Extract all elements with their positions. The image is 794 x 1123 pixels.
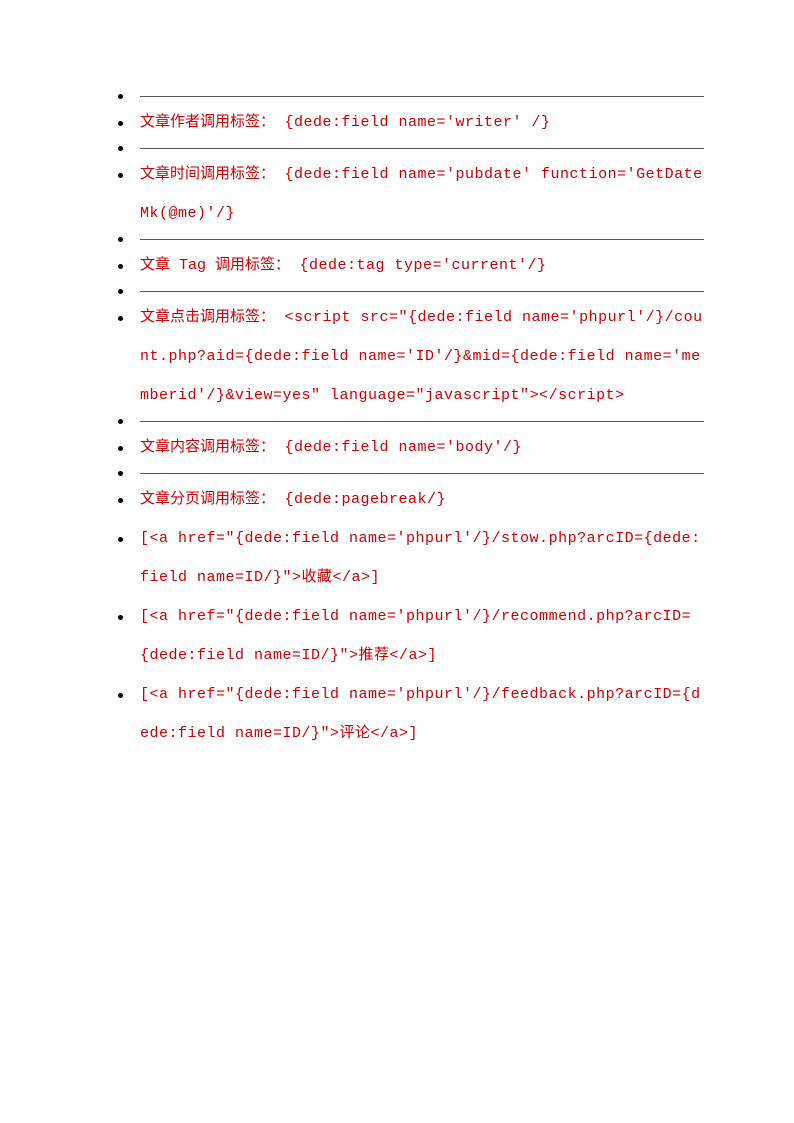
divider <box>140 96 704 97</box>
divider <box>140 473 704 474</box>
list-item: 文章分页调用标签： {dede:pagebreak/} <box>110 480 704 519</box>
document-list: 文章作者调用标签： {dede:field name='writer' /}文章… <box>110 90 704 753</box>
entry-code: [<a href="{dede:field name='phpurl'/}/re… <box>140 608 691 664</box>
entry-label: 文章 Tag 调用标签： <box>140 257 290 274</box>
entry-code: {dede:field name='writer' /} <box>275 114 551 131</box>
list-item: [<a href="{dede:field name='phpurl'/}/fe… <box>110 675 704 753</box>
entry-code: {dede:field name='body'/} <box>275 439 522 456</box>
list-item: 文章 Tag 调用标签： {dede:tag type='current'/} <box>110 246 704 285</box>
list-item <box>110 233 704 246</box>
divider <box>140 148 704 149</box>
entry-label: 文章点击调用标签： <box>140 309 275 326</box>
list-item: 文章作者调用标签： {dede:field name='writer' /} <box>110 103 704 142</box>
entry-code: {dede:tag type='current'/} <box>290 257 547 274</box>
page: 文章作者调用标签： {dede:field name='writer' /}文章… <box>0 0 794 843</box>
entry-label: 文章作者调用标签： <box>140 114 275 131</box>
list-item: [<a href="{dede:field name='phpurl'/}/re… <box>110 597 704 675</box>
divider <box>140 291 704 292</box>
list-item: 文章时间调用标签： {dede:field name='pubdate' fun… <box>110 155 704 233</box>
entry-code: {dede:pagebreak/} <box>275 491 446 508</box>
entry-label: 文章时间调用标签： <box>140 166 275 183</box>
entry-label: 文章内容调用标签： <box>140 439 275 456</box>
list-item: [<a href="{dede:field name='phpurl'/}/st… <box>110 519 704 597</box>
entry-code: [<a href="{dede:field name='phpurl'/}/fe… <box>140 686 701 742</box>
list-item <box>110 415 704 428</box>
entry-code: [<a href="{dede:field name='phpurl'/}/st… <box>140 530 701 586</box>
list-item <box>110 142 704 155</box>
list-item <box>110 467 704 480</box>
list-item <box>110 285 704 298</box>
divider <box>140 239 704 240</box>
list-item <box>110 90 704 103</box>
list-item: 文章点击调用标签： <script src="{dede:field name=… <box>110 298 704 415</box>
entry-label: 文章分页调用标签： <box>140 491 275 508</box>
list-item: 文章内容调用标签： {dede:field name='body'/} <box>110 428 704 467</box>
divider <box>140 421 704 422</box>
